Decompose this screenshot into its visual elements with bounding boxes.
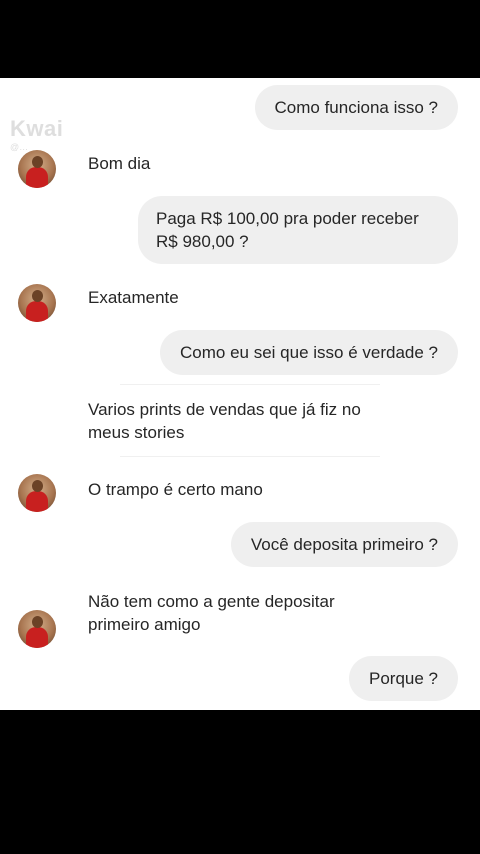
contact-avatar[interactable] — [18, 150, 56, 188]
outgoing-message[interactable]: Paga R$ 100,00 pra poder receber R$ 980,… — [138, 196, 458, 264]
avatar-shirt-shape — [26, 491, 48, 512]
incoming-message[interactable]: Varios prints de vendas que já fiz no me… — [88, 398, 361, 444]
incoming-message[interactable]: Bom dia — [88, 152, 150, 175]
message-text: O trampo é certo mano — [88, 480, 263, 499]
avatar-head-shape — [32, 290, 43, 302]
outgoing-message[interactable]: Como eu sei que isso é verdade ? — [160, 330, 458, 375]
message-text: Como eu sei que isso é verdade ? — [180, 343, 438, 362]
message-line: Paga R$ 100,00 pra poder receber — [156, 209, 419, 228]
avatar-shirt-shape — [26, 627, 48, 648]
message-line: Varios prints de vendas que já fiz no — [88, 400, 361, 419]
outgoing-message[interactable]: Porque ? — [349, 656, 458, 701]
outgoing-message[interactable]: Você deposita primeiro ? — [230, 522, 458, 567]
kwai-watermark: Kwai @… — [10, 118, 63, 152]
outgoing-message[interactable]: Como funciona isso ? — [254, 85, 458, 130]
kwai-logo: Kwai — [10, 116, 64, 141]
avatar-shirt-shape — [26, 301, 48, 322]
message-text: Porque ? — [369, 669, 438, 688]
avatar-head-shape — [32, 480, 43, 492]
chat-thread[interactable]: Kwai @… Como funciona isso ? Bom dia Pag… — [0, 78, 480, 710]
contact-avatar[interactable] — [18, 474, 56, 512]
avatar-shirt-shape — [26, 167, 48, 188]
separator-line — [120, 456, 380, 457]
message-text: Bom dia — [88, 154, 151, 173]
avatar-head-shape — [32, 616, 43, 628]
message-text: Exatamente — [88, 288, 179, 307]
message-line: primeiro amigo — [88, 615, 201, 634]
message-line: R$ 980,00 ? — [156, 232, 249, 251]
separator-line — [120, 384, 380, 385]
message-text: Como funciona isso ? — [274, 98, 438, 117]
message-line: Não tem como a gente depositar — [88, 592, 335, 611]
contact-avatar[interactable] — [18, 610, 56, 648]
incoming-message[interactable]: O trampo é certo mano — [88, 478, 263, 501]
screen: Kwai @… Como funciona isso ? Bom dia Pag… — [0, 0, 480, 854]
message-line: meus stories — [88, 423, 185, 442]
incoming-message[interactable]: Não tem como a gente depositar primeiro … — [88, 590, 335, 636]
incoming-message[interactable]: Exatamente — [88, 286, 179, 309]
message-text: Você deposita primeiro ? — [250, 535, 438, 554]
contact-avatar[interactable] — [18, 284, 56, 322]
avatar-head-shape — [32, 156, 43, 168]
